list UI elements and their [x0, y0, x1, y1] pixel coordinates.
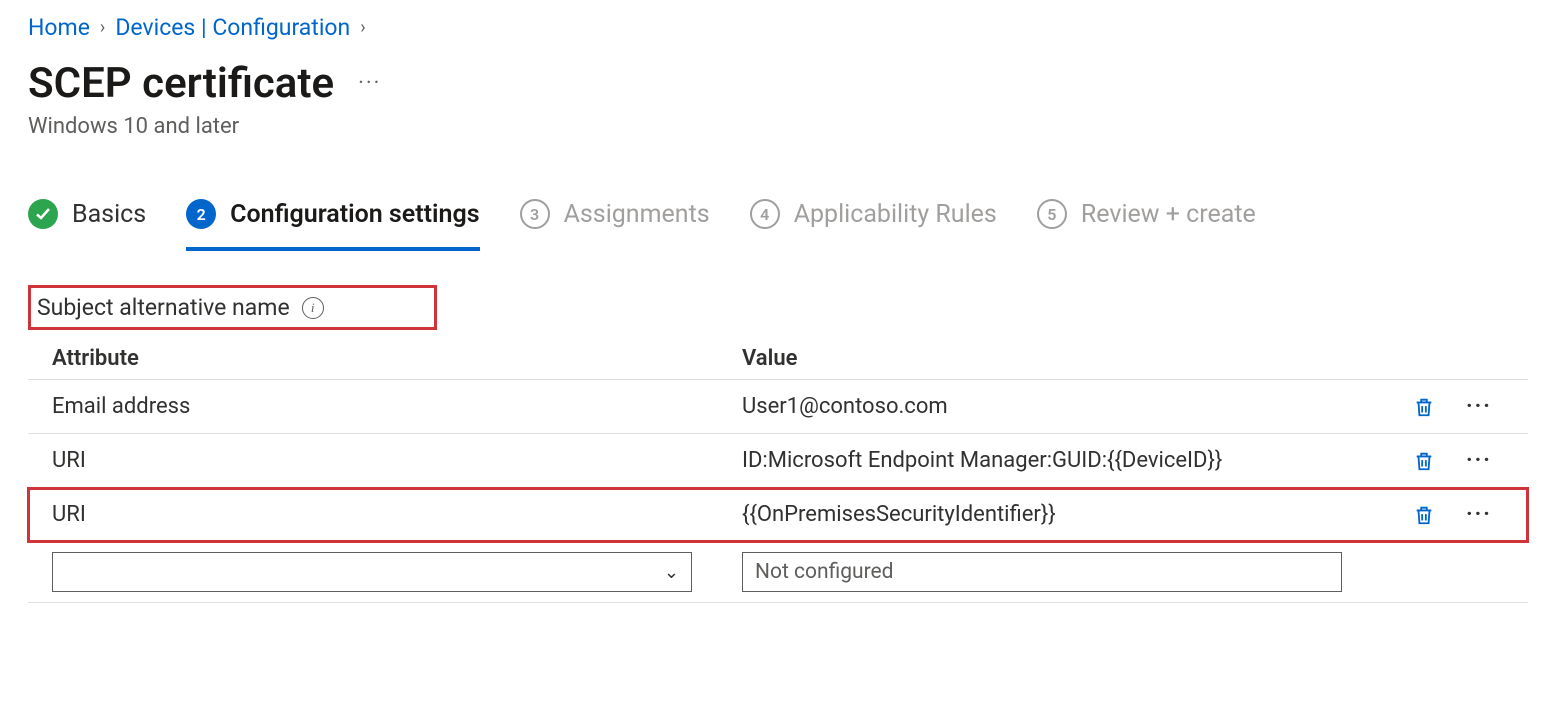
wizard-steps: Basics 2 Configuration settings 3 Assign…	[28, 199, 1532, 247]
page-subtitle: Windows 10 and later	[28, 114, 1532, 139]
row-more-button[interactable]: ···	[1454, 448, 1504, 473]
breadcrumb: Home › Devices | Configuration ›	[28, 14, 1532, 41]
cell-attribute: Email address	[52, 394, 742, 419]
chevron-right-icon: ›	[360, 17, 365, 38]
chevron-right-icon: ›	[100, 17, 105, 38]
delete-icon[interactable]	[1394, 449, 1454, 473]
check-icon	[28, 199, 58, 229]
row-more-button[interactable]: ···	[1454, 502, 1504, 527]
step-number-icon: 2	[186, 199, 216, 229]
section-label: Subject alternative name	[37, 294, 290, 321]
col-value: Value	[742, 346, 1394, 371]
title-row: SCEP certificate ···	[28, 59, 1532, 108]
chevron-down-icon: ⌄	[664, 562, 679, 583]
step-label: Basics	[72, 200, 146, 229]
step-review-create[interactable]: 5 Review + create	[1037, 199, 1256, 247]
step-label: Assignments	[564, 200, 710, 229]
cell-attribute: URI	[52, 448, 742, 473]
step-number-icon: 3	[520, 199, 550, 229]
step-configuration-settings[interactable]: 2 Configuration settings	[186, 199, 479, 251]
row-more-button[interactable]: ···	[1454, 394, 1504, 419]
step-label: Review + create	[1081, 200, 1256, 229]
table-row: URI ID:Microsoft Endpoint Manager:GUID:{…	[28, 434, 1528, 488]
step-applicability-rules[interactable]: 4 Applicability Rules	[750, 199, 997, 247]
step-basics[interactable]: Basics	[28, 199, 146, 247]
attribute-dropdown[interactable]: ⌄	[52, 552, 692, 592]
section-subject-alternative-name: Subject alternative name i	[28, 285, 437, 330]
table-input-row: ⌄	[28, 542, 1528, 603]
breadcrumb-devices[interactable]: Devices | Configuration	[115, 14, 350, 41]
step-assignments[interactable]: 3 Assignments	[520, 199, 710, 247]
title-more-button[interactable]: ···	[358, 71, 381, 96]
table-row: URI {{OnPremisesSecurityIdentifier}} ···	[28, 488, 1528, 542]
table-header: Attribute Value	[28, 338, 1528, 380]
delete-icon[interactable]	[1394, 395, 1454, 419]
breadcrumb-home[interactable]: Home	[28, 14, 90, 41]
step-label: Applicability Rules	[794, 200, 997, 229]
info-icon[interactable]: i	[302, 297, 324, 319]
step-label: Configuration settings	[230, 200, 479, 229]
delete-icon[interactable]	[1394, 503, 1454, 527]
col-attribute: Attribute	[52, 346, 742, 371]
cell-value: ID:Microsoft Endpoint Manager:GUID:{{Dev…	[742, 448, 1394, 473]
cell-value: User1@contoso.com	[742, 394, 1394, 419]
san-table: Attribute Value Email address User1@cont…	[28, 338, 1528, 603]
cell-attribute: URI	[52, 502, 742, 527]
step-number-icon: 4	[750, 199, 780, 229]
cell-value: {{OnPremisesSecurityIdentifier}}	[742, 502, 1394, 527]
table-row: Email address User1@contoso.com ···	[28, 380, 1528, 434]
step-number-icon: 5	[1037, 199, 1067, 229]
value-input[interactable]	[742, 552, 1342, 592]
page-title: SCEP certificate	[28, 59, 334, 108]
